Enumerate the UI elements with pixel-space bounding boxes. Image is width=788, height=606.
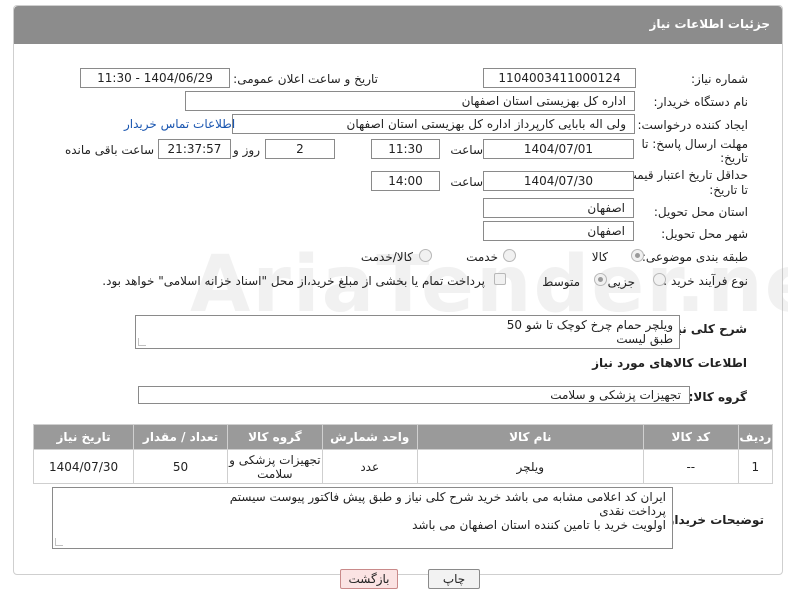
page-title: جزئیات اطلاعات نیاز [649, 17, 770, 31]
city-label: شهر محل تحویل: [661, 227, 748, 241]
reply-time-label: ساعت [450, 143, 483, 157]
price-validity-label-1: حداقل تاریخ اعتبار قیمت: [621, 168, 748, 182]
buyer-notes-label: توضیحات خریدار: [662, 513, 764, 527]
col-code: کد کالا [642, 424, 739, 450]
process-option-medium: متوسط [542, 275, 580, 289]
need-number-field: 1104003411000124 [483, 68, 636, 88]
table-header-row: ردیف کد کالا نام کالا واحد شمارش گروه کا… [32, 424, 774, 450]
cell-qty: 50 [133, 449, 228, 484]
col-name: نام کالا [416, 424, 644, 450]
cell-unit: عدد [321, 449, 418, 484]
print-button[interactable]: چاپ [428, 569, 480, 589]
price-validity-time-label: ساعت [450, 175, 483, 189]
cell-group: تجهیزات پزشکی و سلامت [226, 449, 323, 484]
back-button[interactable]: بازگشت [340, 569, 398, 589]
col-unit: واحد شمارش [321, 424, 418, 450]
cell-group-line-2: سلامت [257, 466, 293, 481]
resize-grip-icon[interactable] [138, 338, 146, 346]
reply-deadline-label-1: مهلت ارسال پاسخ: تا [641, 137, 748, 151]
panel-header: جزئیات اطلاعات نیاز [14, 6, 782, 44]
col-row: ردیف [737, 424, 774, 450]
col-qty: تعداد / مقدار [133, 424, 228, 450]
goods-group-label: گروه کالا: [688, 390, 747, 404]
process-radio-minor[interactable] [653, 273, 666, 286]
buyer-contact-link[interactable]: اطلاعات تماس خریدار [124, 117, 235, 131]
goods-group-field: تجهیزات پزشکی و سلامت [138, 386, 690, 404]
col-group: گروه کالا [226, 424, 323, 450]
buyer-notes-line-2: پرداخت نقدی [599, 504, 666, 518]
cell-row: 1 [737, 449, 774, 484]
category-radio-goods[interactable] [631, 249, 644, 262]
requester-field: ولی اله بابایی کارپرداز اداره کل بهزیستی… [232, 114, 635, 134]
goods-table: ردیف کد کالا نام کالا واحد شمارش گروه کا… [32, 424, 774, 484]
goods-info-title: اطلاعات کالاهای مورد نیاز [592, 356, 747, 370]
buyer-notes-line-3: اولویت خرید با تامین کننده استان اصفهان … [412, 518, 666, 532]
price-validity-label-2: تا تاریخ: [709, 183, 748, 197]
category-option-service: خدمت [466, 250, 498, 264]
description-line-1: ویلچر حمام چرخ کوچک تا شو 50 [506, 318, 673, 332]
category-option-goods-service: کالا/خدمت [360, 250, 413, 264]
need-number-label: شماره نیاز: [691, 72, 748, 86]
remaining-time-label: ساعت باقی مانده [64, 143, 154, 157]
reply-deadline-label-2: تاریخ: [720, 151, 748, 165]
process-radio-medium[interactable] [594, 273, 607, 286]
announce-label: تاریخ و ساعت اعلان عمومی: [233, 72, 378, 86]
requester-label: ایجاد کننده درخواست: [637, 118, 748, 132]
description-line-2: طبق لیست [616, 332, 673, 346]
province-field: اصفهان [483, 198, 634, 218]
resize-grip-icon[interactable] [55, 538, 63, 546]
remaining-time-field: 21:37:57 [158, 139, 231, 159]
description-textarea[interactable]: ویلچر حمام چرخ کوچک تا شو 50 طبق لیست [135, 315, 680, 349]
category-label: طبقه بندی موضوعی: [641, 250, 748, 264]
cell-code: -- [642, 449, 739, 484]
treasury-note: پرداخت تمام یا بخشی از مبلغ خرید،از محل … [102, 274, 485, 288]
buyer-notes-line-1: ایران کد اعلامی مشابه می باشد خرید شرح ک… [229, 490, 666, 504]
treasury-checkbox[interactable] [494, 273, 506, 285]
buyer-org-label: نام دستگاه خریدار: [653, 95, 749, 109]
buyer-org-field: اداره کل بهزیستی استان اصفهان [185, 91, 635, 111]
buyer-notes-textarea[interactable]: ایران کد اعلامی مشابه می باشد خرید شرح ک… [52, 487, 673, 549]
process-label: نوع فرآیند خرید : [663, 274, 748, 288]
table-row[interactable]: 1 -- ویلچر عدد تجهیزات پزشکی و سلامت 50 1… [32, 449, 774, 484]
cell-date: 1404/07/30 [32, 449, 135, 484]
reply-date-field: 1404/07/01 [483, 139, 634, 159]
col-date: تاریخ نیاز [32, 424, 135, 450]
process-option-minor: جزیی [607, 275, 635, 289]
cell-name: ویلچر [416, 449, 644, 484]
reply-time-field: 11:30 [371, 139, 440, 159]
reply-days-field: 2 [265, 139, 335, 159]
category-radio-goods-service[interactable] [419, 249, 432, 262]
province-label: استان محل تحویل: [653, 205, 748, 219]
city-field: اصفهان [483, 221, 634, 241]
cell-group-line-1: تجهیزات پزشکی و [229, 452, 321, 467]
category-radio-service[interactable] [503, 249, 516, 262]
category-option-goods: کالا [591, 250, 608, 264]
price-validity-time-field: 14:00 [371, 171, 440, 191]
reply-days-label: روز و [233, 143, 260, 157]
announce-field: 1404/06/29 - 11:30 [80, 68, 230, 88]
price-validity-date-field: 1404/07/30 [483, 171, 634, 191]
